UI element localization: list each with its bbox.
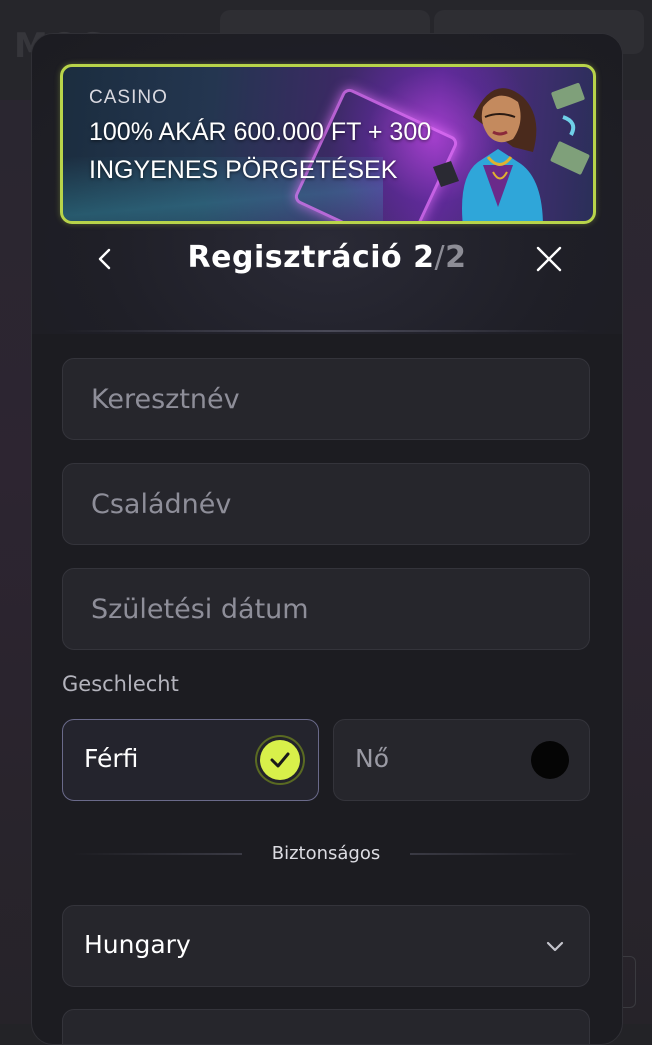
- gender-label: Geschlecht: [62, 672, 179, 696]
- registration-modal: CASINO 100% AKÁR 600.000 FT + 300 INGYEN…: [31, 33, 623, 1045]
- banner-category: CASINO: [89, 87, 168, 108]
- first-name-field: [62, 358, 590, 440]
- radio-unchecked-icon: [531, 741, 569, 779]
- gender-option-male[interactable]: Férfi: [62, 719, 319, 801]
- birth-date-input[interactable]: [63, 569, 589, 649]
- country-value: Hungary: [84, 930, 191, 959]
- last-name-input[interactable]: [63, 464, 589, 544]
- gender-option-label: Férfi: [84, 744, 139, 773]
- background-side-panel: [620, 100, 652, 1024]
- background-side-panel: [0, 100, 32, 1024]
- step-current: 2: [413, 240, 435, 275]
- radio-checked-icon: [260, 740, 300, 780]
- promo-banner[interactable]: CASINO 100% AKÁR 600.000 FT + 300 INGYEN…: [60, 64, 596, 224]
- step-total: 2: [445, 240, 467, 275]
- banner-text-block: CASINO 100% AKÁR 600.000 FT + 300 INGYEN…: [89, 87, 509, 189]
- secure-label: Biztonságos: [271, 843, 381, 864]
- step-separator: /: [434, 240, 446, 275]
- gender-option-label: Nő: [355, 744, 389, 773]
- birth-date-field: [62, 568, 590, 650]
- header-divider: [62, 330, 592, 332]
- checkmark-icon: [270, 752, 290, 768]
- banner-promo-text: 100% AKÁR 600.000 FT + 300 INGYENES PÖRG…: [89, 118, 432, 184]
- last-name-field: [62, 463, 590, 545]
- next-form-field[interactable]: [62, 1009, 590, 1044]
- secure-divider: Biztonságos: [62, 842, 590, 866]
- modal-title-row: Regisztráció 2/2: [32, 230, 622, 294]
- first-name-input[interactable]: [63, 359, 589, 439]
- gender-option-female[interactable]: Nő: [333, 719, 590, 801]
- chevron-down-icon: [546, 941, 564, 952]
- country-select[interactable]: Hungary: [62, 905, 590, 987]
- title-text: Regisztráció: [187, 240, 403, 275]
- close-icon[interactable]: [532, 242, 566, 276]
